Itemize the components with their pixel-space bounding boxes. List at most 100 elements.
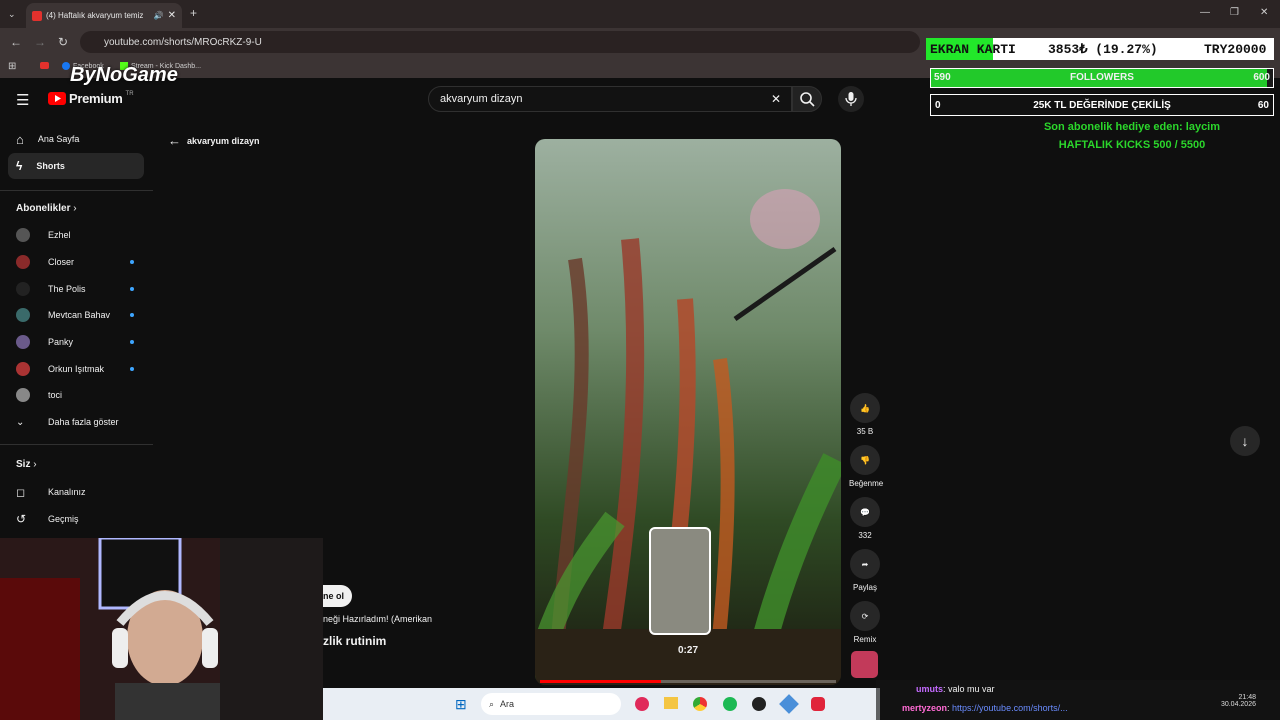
streamer-webcam — [0, 538, 323, 720]
taskbar-search-label: Ara — [500, 699, 515, 709]
subscription-label: Mevtcan Bahav — [48, 310, 111, 320]
app-icon[interactable] — [811, 697, 825, 711]
channel-avatar — [16, 255, 30, 269]
close-tab-icon[interactable]: ✕ — [168, 10, 176, 21]
giveaway-goal: 0 25K TL DEĞERİNDE ÇEKİLİŞ 60 — [930, 94, 1274, 116]
windows-start-icon[interactable]: ⊞ — [455, 696, 467, 713]
search-input[interactable]: akvaryum dizayn ✕ — [428, 86, 792, 112]
followers-goal: 590 FOLLOWERS 600 — [930, 68, 1274, 88]
new-tab-icon[interactable]: + — [190, 7, 197, 19]
back-to-results[interactable]: ← akvaryum dizayn — [168, 133, 260, 148]
subscription-item[interactable]: The Polis — [8, 278, 144, 300]
spotify-icon[interactable] — [723, 697, 737, 711]
sidebar-item-history[interactable]: ↺ Geçmiş — [8, 508, 144, 530]
comment-count: 332 — [858, 531, 872, 540]
chat-text: https://youtube.com/shorts/... — [952, 703, 1068, 713]
subscription-item[interactable]: Orkun Işıtmak — [8, 358, 144, 380]
subscription-item[interactable]: Mevtcan Bahav — [8, 304, 144, 326]
browser-tab-strip: ⌄ (4) Haftalık akvaryum temiz 🔊 ✕ + — ❐ … — [0, 0, 1280, 28]
new-content-dot — [130, 287, 134, 291]
back-label: akvaryum dizayn — [187, 135, 260, 146]
share-icon: ➦ — [850, 549, 880, 579]
subscription-label: toci — [48, 390, 63, 400]
you-heading[interactable]: Siz › — [16, 459, 37, 470]
subscribe-label: ne ol — [323, 591, 345, 601]
youtube-logo[interactable]: Premium TR — [48, 91, 134, 106]
arrow-down-icon: ↓ — [1241, 433, 1249, 449]
share-button[interactable]: ➦ Paylaş — [849, 549, 881, 592]
back-icon[interactable]: ← — [10, 36, 22, 48]
video-title[interactable]: zlik rutinim — [323, 634, 386, 648]
reload-icon[interactable]: ↻ — [58, 36, 68, 48]
giveaway-label: 25K TL DEĞERİNDE ÇEKİLİŞ — [1033, 99, 1171, 111]
show-more-button[interactable]: ⌄ Daha fazla göster — [8, 411, 144, 433]
last-gift-text: Son abonelik hediye eden: laycim — [1043, 121, 1221, 133]
remix-button[interactable]: ⟳ Remix — [849, 601, 881, 644]
chat-message: mertyzeon: https://youtube.com/shorts/..… — [902, 703, 1068, 713]
url-text: youtube.com/shorts/MROcRKZ-9-U — [104, 36, 262, 48]
file-explorer-icon[interactable] — [664, 697, 678, 709]
menu-icon[interactable]: ☰ — [16, 91, 29, 109]
remix-label: Remix — [853, 635, 877, 644]
sound-thumbnail[interactable] — [851, 651, 878, 678]
comments-button[interactable]: 💬 332 — [849, 497, 881, 540]
channel-avatar — [16, 308, 30, 322]
channel-avatar — [16, 335, 30, 349]
browser-tab[interactable]: (4) Haftalık akvaryum temiz 🔊 ✕ — [26, 3, 182, 28]
chrome-icon[interactable] — [693, 697, 707, 711]
chevron-down-icon: ⌄ — [16, 416, 25, 428]
seek-time: 0:27 — [677, 645, 698, 656]
channel-avatar — [16, 282, 30, 296]
tab-list-icon[interactable]: ⌄ — [8, 8, 16, 20]
url-field[interactable]: youtube.com/shorts/MROcRKZ-9-U — [80, 31, 920, 53]
taskbar-search[interactable]: ⌕ Ara — [481, 693, 621, 715]
followers-target: 600 — [1253, 72, 1270, 83]
logo-region: TR — [125, 90, 134, 97]
sidebar-item-your-channel[interactable]: ◻ Kanalınız — [8, 481, 144, 503]
minimize-icon[interactable]: — — [1200, 7, 1210, 19]
obs-icon[interactable] — [752, 697, 766, 711]
media-player-icon[interactable] — [635, 697, 649, 711]
speaker-icon[interactable]: 🔊 — [154, 11, 164, 20]
subscription-item[interactable]: Closer — [8, 251, 144, 273]
next-video-button[interactable]: ↓ — [1230, 426, 1260, 456]
new-content-dot — [130, 260, 134, 264]
subscription-item[interactable]: toci — [8, 384, 144, 406]
short-video-player[interactable]: 0:27 — [535, 139, 841, 685]
subscriptions-heading-label: Abonelikler — [16, 203, 71, 214]
subscribe-button[interactable]: ne ol — [323, 585, 353, 607]
subscription-item[interactable]: Ezhel — [8, 224, 144, 246]
close-window-icon[interactable]: ✕ — [1260, 7, 1268, 19]
progress-fill — [540, 680, 662, 683]
sidebar-item-label: Kanalınız — [48, 487, 86, 497]
subscriptions-heading[interactable]: Abonelikler › — [16, 203, 77, 214]
channel-avatar — [16, 388, 30, 402]
you-heading-label: Siz — [16, 459, 31, 470]
seek-preview-thumbnail — [649, 527, 711, 635]
share-label: Paylaş — [852, 583, 877, 592]
sidebar-item-home[interactable]: ⌂ Ana Sayfa — [8, 126, 144, 152]
like-button[interactable]: 👍 35 B — [849, 393, 881, 436]
video-caption: neği Hazırladım! (Amerikan — [323, 614, 433, 624]
bynogame-watermark: ByNoGame — [70, 64, 178, 86]
search-icon: ⌕ — [489, 698, 495, 709]
remix-icon: ⟳ — [850, 601, 880, 631]
dislike-button[interactable]: 👎 Beğenme — [849, 445, 884, 488]
subscription-item[interactable]: Panky — [8, 331, 144, 353]
search-button[interactable] — [792, 86, 822, 112]
progress-bar[interactable] — [540, 680, 836, 683]
voice-search-button[interactable] — [838, 86, 864, 112]
forward-icon[interactable]: → — [34, 36, 46, 48]
settings-icon[interactable] — [779, 694, 799, 714]
bookmark-youtube[interactable] — [40, 62, 49, 69]
new-content-dot — [130, 367, 134, 371]
dislike-label: Beğenme — [849, 479, 884, 488]
apps-icon[interactable]: ⊞ — [8, 61, 16, 73]
clock-time: 21:48 — [1238, 694, 1256, 701]
chat-message: umuts: valo mu var — [916, 684, 995, 694]
restore-icon[interactable]: ❐ — [1230, 7, 1239, 19]
chat-text: valo mu var — [948, 684, 995, 694]
clear-search-icon[interactable]: ✕ — [771, 92, 781, 106]
sidebar-item-shorts[interactable]: ϟ Shorts — [8, 153, 144, 179]
subscription-label: The Polis — [48, 284, 86, 294]
